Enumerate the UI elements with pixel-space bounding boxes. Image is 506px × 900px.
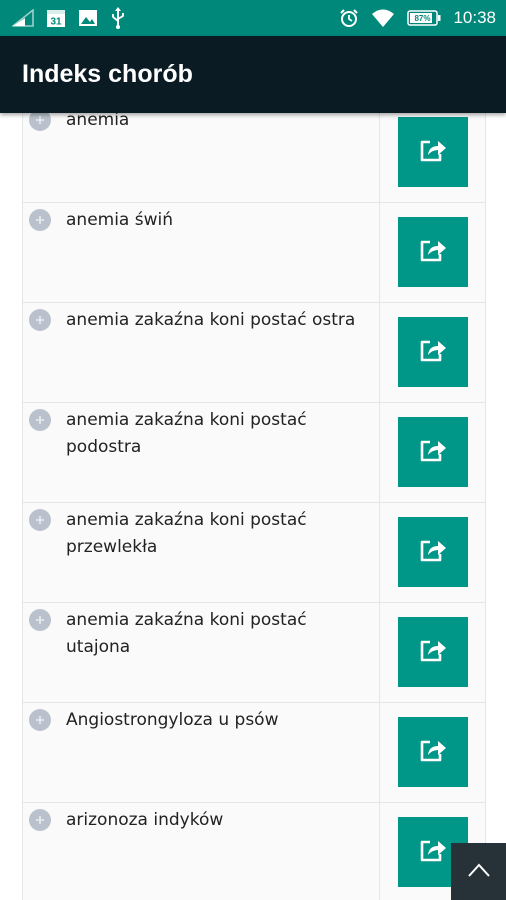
share-button[interactable] [397, 617, 468, 687]
share-icon [418, 136, 448, 168]
list-item-label: anemia zakaźna koni postać ostra [66, 310, 356, 330]
expand-plus-icon[interactable] [29, 309, 51, 331]
status-bar-right: 87% 10:38 [339, 8, 496, 28]
list-item[interactable]: anemia świń [23, 203, 485, 303]
share-icon [418, 436, 448, 468]
expand-plus-icon[interactable] [29, 509, 51, 531]
list-item-main[interactable]: anemia zakaźna koni postać ostra [23, 303, 380, 402]
list-item-label: anemia zakaźna koni postać utajona [66, 610, 307, 657]
share-icon [418, 636, 448, 668]
list-item-action [380, 203, 485, 302]
expand-plus-icon[interactable] [29, 209, 51, 231]
disease-list: anemia anemia świń anemia zakaźna koni pos… [22, 113, 486, 900]
status-bar-left: 31 [12, 7, 126, 29]
wifi-icon [371, 8, 395, 28]
page-title: Indeks chorób [22, 60, 193, 88]
scroll-to-top-button[interactable] [451, 843, 506, 900]
share-button[interactable] [397, 717, 468, 787]
share-button[interactable] [397, 217, 468, 287]
status-time: 10:38 [453, 8, 496, 27]
usb-icon [110, 7, 126, 29]
signal-icon [12, 9, 34, 27]
share-icon [418, 236, 448, 268]
list-item[interactable]: anemia zakaźna koni postać przewlekła [23, 503, 485, 603]
chevron-up-icon [467, 862, 491, 882]
alarm-icon [339, 8, 359, 28]
calendar-day-text: 31 [50, 17, 62, 28]
image-icon [78, 8, 98, 28]
list-item-main[interactable]: anemia zakaźna koni postać utajona [23, 603, 380, 702]
list-item-main[interactable]: anemia zakaźna koni postać przewlekła [23, 503, 380, 602]
list-item[interactable]: anemia zakaźna koni postać utajona [23, 603, 485, 703]
list-item[interactable]: Angiostrongyloza u psów [23, 703, 485, 803]
expand-plus-icon[interactable] [29, 409, 51, 431]
share-icon [418, 836, 448, 868]
expand-plus-icon[interactable] [29, 709, 51, 731]
list-item-action [380, 403, 485, 502]
list-item-label: Angiostrongyloza u psów [66, 710, 279, 730]
share-icon [418, 336, 448, 368]
app-bar: Indeks chorób [0, 36, 506, 113]
list-item-action [380, 603, 485, 702]
list-item[interactable]: arizonoza indyków [23, 803, 485, 900]
share-icon [418, 536, 448, 568]
share-button[interactable] [397, 517, 468, 587]
list-item-label: arizonoza indyków [66, 810, 224, 830]
list-item-action [380, 113, 485, 202]
expand-plus-icon[interactable] [29, 609, 51, 631]
status-bar: 31 87% 10:38 [0, 0, 506, 36]
list-item-main[interactable]: anemia zakaźna koni postać podostra [23, 403, 380, 502]
share-button[interactable] [397, 417, 468, 487]
content-area[interactable]: anemia anemia świń anemia zakaźna koni pos… [0, 113, 506, 900]
list-item[interactable]: anemia [23, 113, 485, 203]
list-item-action [380, 303, 485, 402]
list-item-main[interactable]: arizonoza indyków [23, 803, 380, 900]
list-item-label: anemia zakaźna koni postać przewlekła [66, 510, 307, 557]
list-item[interactable]: anemia zakaźna koni postać podostra [23, 403, 485, 503]
list-item-label: anemia zakaźna koni postać podostra [66, 410, 307, 457]
list-item[interactable]: anemia zakaźna koni postać ostra [23, 303, 485, 403]
expand-plus-icon[interactable] [29, 113, 51, 131]
list-item-action [380, 503, 485, 602]
calendar-icon: 31 [46, 8, 66, 28]
list-item-main[interactable]: anemia [23, 113, 380, 202]
share-icon [418, 736, 448, 768]
list-item-action [380, 703, 485, 802]
list-item-main[interactable]: Angiostrongyloza u psów [23, 703, 380, 802]
list-item-label: anemia [66, 113, 130, 130]
expand-plus-icon[interactable] [29, 809, 51, 831]
battery-percent: 87% [415, 14, 431, 23]
list-item-main[interactable]: anemia świń [23, 203, 380, 302]
share-button[interactable] [397, 117, 468, 187]
share-button[interactable] [397, 317, 468, 387]
list-item-label: anemia świń [66, 210, 174, 230]
battery-icon: 87% [407, 10, 441, 26]
